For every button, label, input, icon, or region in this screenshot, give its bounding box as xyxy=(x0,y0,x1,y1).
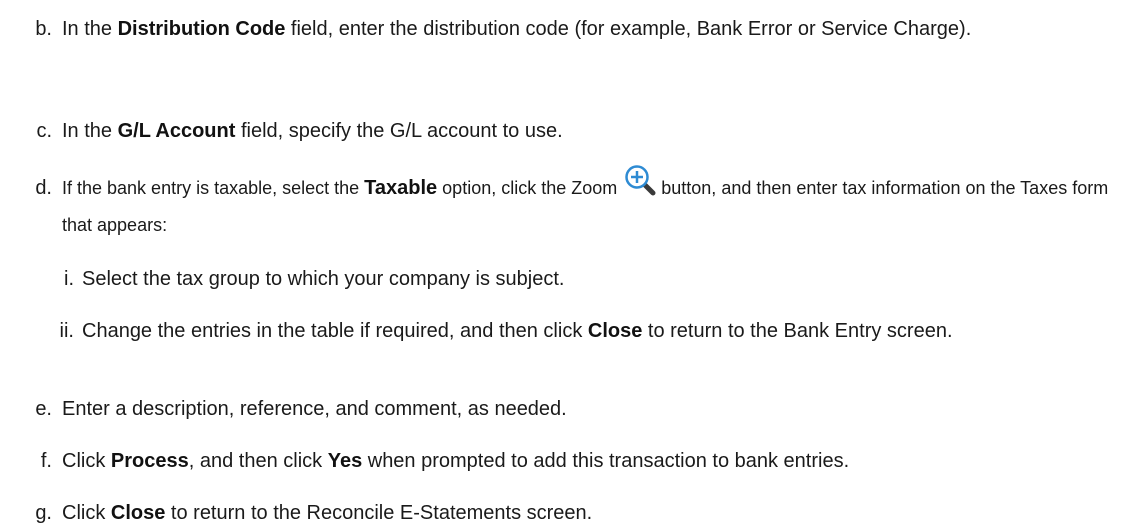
step-marker: c. xyxy=(36,120,52,142)
option-name-taxable: Taxable xyxy=(364,177,438,199)
step-marker: g. xyxy=(35,502,52,524)
substep-text: Select the tax group to which your compa… xyxy=(82,268,565,290)
button-name-close: Close xyxy=(110,502,166,524)
step-marker: e. xyxy=(35,398,52,420)
button-name-process: Process xyxy=(110,450,189,472)
step-text: Click Process, and then click Yes when p… xyxy=(62,450,850,472)
button-name-yes: Yes xyxy=(327,450,363,472)
substep-text: Change the entries in the table if requi… xyxy=(82,320,953,342)
field-name-gl-account: G/L Account xyxy=(117,120,236,142)
step-text: In the Distribution Code field, enter th… xyxy=(62,18,972,40)
step-text: Enter a description, reference, and comm… xyxy=(62,398,567,420)
step-marker: f. xyxy=(40,450,52,472)
zoom-plus-icon xyxy=(624,165,656,196)
instruction-page: b. In the Distribution Code field, enter… xyxy=(0,0,1140,531)
field-name-distribution-code: Distribution Code xyxy=(117,18,286,40)
step-text: In the G/L Account field, specify the G/… xyxy=(62,120,563,142)
button-name-close: Close xyxy=(587,320,643,342)
step-marker: d. xyxy=(35,177,52,199)
step-text: Click Close to return to the Reconcile E… xyxy=(62,502,593,524)
substep-marker: i. xyxy=(64,268,74,290)
substep-marker: ii. xyxy=(59,320,74,342)
step-text: If the bank entry is taxable, select the… xyxy=(62,165,1120,244)
step-marker: b. xyxy=(35,18,52,40)
